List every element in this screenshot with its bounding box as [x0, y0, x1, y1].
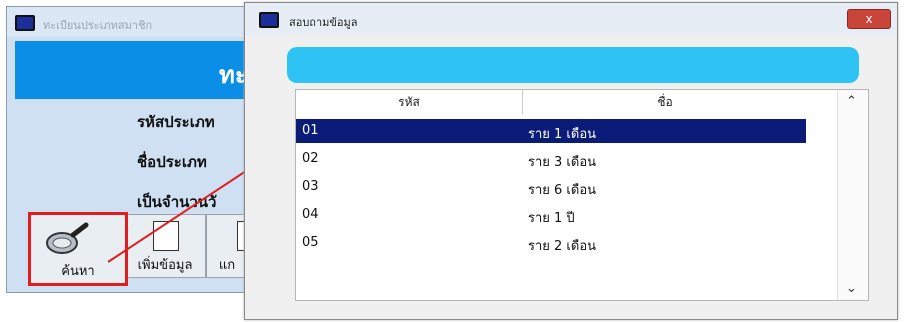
item-name: ราย 3 เดือน — [528, 155, 597, 170]
results-list[interactable]: รหัส ชื่อ 01 ราย 1 เดือน 02 ราย 3 เดือน … — [295, 89, 869, 301]
item-name: ราย 6 เดือน — [528, 183, 597, 198]
item-name: ราย 1 เดือน — [528, 127, 597, 142]
chevron-up-icon[interactable]: ⌃ — [846, 94, 857, 109]
column-header-code[interactable]: รหัส — [296, 90, 523, 114]
list-item[interactable]: 01 ราย 1 เดือน — [296, 119, 806, 143]
column-header-name[interactable]: ชื่อ — [523, 90, 807, 114]
list-item[interactable]: 03 ราย 6 เดือน — [296, 175, 806, 199]
item-code: 01 — [302, 123, 319, 138]
window-icon — [259, 12, 279, 28]
query-dialog: สอบถามข้อมูล x รหัส ชื่อ 01 ราย 1 เดือน … — [244, 2, 898, 320]
list-item[interactable]: 02 ราย 3 เดือน — [296, 147, 806, 171]
close-button[interactable]: x — [847, 9, 891, 29]
chevron-down-icon[interactable]: ⌄ — [846, 281, 857, 296]
dialog-title: สอบถามข้อมูล — [289, 16, 358, 29]
item-code: 02 — [302, 151, 319, 166]
list-item[interactable]: 05 ราย 2 เดือน — [296, 231, 806, 255]
list-item[interactable]: 04 ราย 1 ปี — [296, 203, 806, 227]
dialog-titlebar: สอบถามข้อมูล x — [245, 3, 897, 35]
vertical-scrollbar[interactable]: ⌃ ⌄ — [837, 90, 868, 300]
item-code: 05 — [302, 235, 319, 250]
header-bar — [287, 47, 859, 83]
item-code: 04 — [302, 207, 319, 222]
item-name: ราย 2 เดือน — [528, 239, 597, 254]
item-name: ราย 1 ปี — [528, 211, 575, 226]
item-code: 03 — [302, 179, 319, 194]
